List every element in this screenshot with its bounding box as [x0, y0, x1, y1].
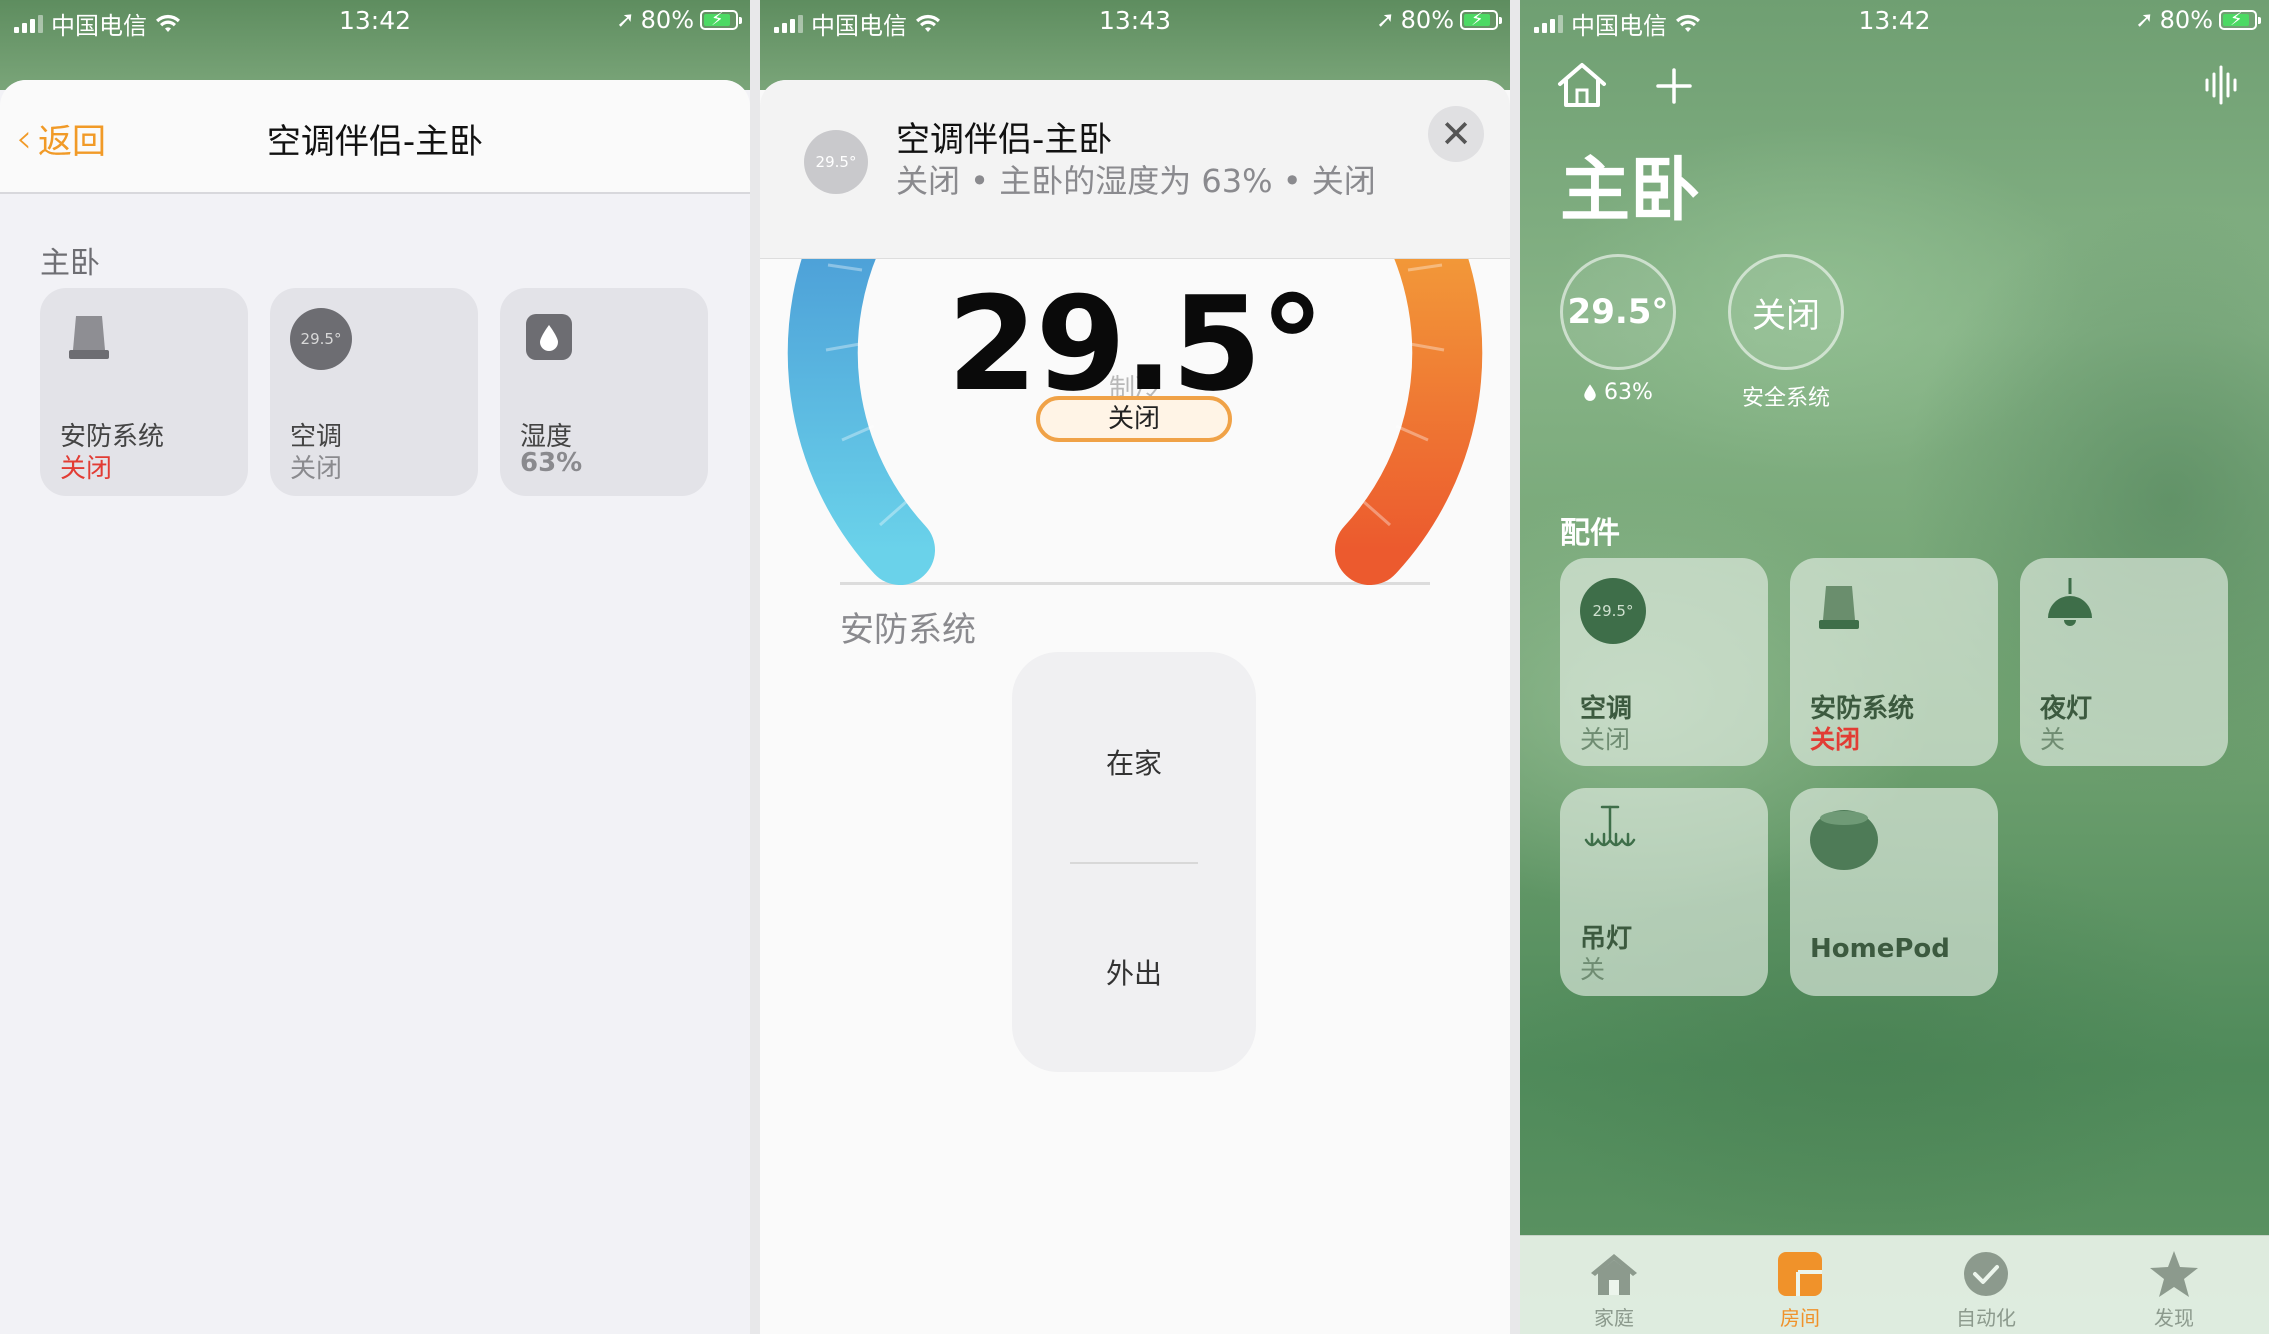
tab-discover[interactable]: 发现	[2114, 1246, 2234, 1331]
detail-header: 29.5° 空调伴侣-主卧 关闭 • 主卧的湿度为 63% • 关闭 ✕	[760, 80, 1510, 259]
tile-security[interactable]: 安防系统 关闭	[40, 288, 248, 496]
temp-badge: 29.5°	[290, 308, 352, 370]
tab-home[interactable]: 家庭	[1554, 1246, 1674, 1331]
tile-status: 关	[1580, 955, 1606, 984]
battery-percent: 80%	[2159, 6, 2213, 34]
room-sheet: ‹ 返回 空调伴侣-主卧 主卧	[0, 80, 750, 1334]
security-caption: 安全系统	[1741, 386, 1830, 411]
location-icon: ➚	[1376, 7, 1395, 33]
tile-status: 关闭	[290, 454, 343, 484]
security-value: 关闭	[1752, 295, 1820, 336]
tile-status: 63%	[520, 448, 583, 478]
tab-automation[interactable]: 自动化	[1926, 1246, 2046, 1331]
section-title: 配件	[1560, 516, 1620, 551]
rooms-icon	[1778, 1252, 1822, 1296]
battery-icon: ⚡	[2219, 10, 2261, 30]
ac-detail-panel: 中国电信 13:43 ➚ 80% ⚡ 29.5° 空调伴侣-主卧 关闭 • 主卧…	[760, 0, 1510, 1334]
tile-ac[interactable]: 29.5° 空调 关闭	[1560, 558, 1768, 766]
tile-night-light[interactable]: 夜灯 关	[2020, 558, 2228, 766]
battery-percent: 80%	[1400, 6, 1454, 34]
battery-icon: ⚡	[1460, 10, 1502, 30]
house-icon[interactable]	[1556, 62, 1608, 108]
tile-status: 关	[2040, 725, 2066, 754]
target-temperature: 29.5°	[947, 268, 1325, 420]
tab-rooms[interactable]: 房间	[1740, 1246, 1860, 1331]
tile-status: 关闭	[1810, 725, 1861, 754]
mode-option-away[interactable]: 外出	[1012, 952, 1256, 992]
star-icon	[2150, 1251, 2198, 1297]
pendant-lamp-icon	[2048, 578, 2092, 626]
tile-status: 关闭	[1580, 725, 1631, 754]
tab-label: 家庭	[1594, 1306, 1634, 1330]
temp-badge: 29.5°	[804, 130, 868, 194]
status-bar: 中国电信 13:42 ➚ 80% ⚡	[0, 0, 750, 44]
accessory-title: 空调伴侣-主卧	[896, 120, 1113, 160]
automation-icon	[1964, 1252, 2008, 1296]
close-button[interactable]: ✕	[1428, 106, 1484, 162]
humidity-value: 63%	[1604, 380, 1653, 405]
tile-homepod[interactable]: HomePod	[1790, 788, 1998, 996]
temperature-value: 29.5°	[1567, 292, 1669, 332]
battery-percent: 80%	[640, 6, 694, 34]
droplet-icon	[526, 314, 572, 360]
tile-humidity[interactable]: 湿度 63%	[500, 288, 708, 496]
humidity-caption: 63%	[1560, 380, 1676, 405]
home-room-panel: 中国电信 13:42 ➚ 80% ⚡ 主卧 29.5° 63% 关闭 安全系统 …	[1520, 0, 2269, 1334]
status-bar: 中国电信 13:42 ➚ 80% ⚡	[1520, 0, 2269, 44]
tile-status: 关闭	[60, 454, 113, 484]
siri-waveform-icon[interactable]	[2203, 64, 2239, 106]
security-status[interactable]: 关闭	[1728, 254, 1844, 370]
detail-sheet: 29.5° 空调伴侣-主卧 关闭 • 主卧的湿度为 63% • 关闭 ✕ 29.…	[760, 80, 1510, 1334]
tile-ac[interactable]: 29.5° 空调 关闭	[270, 288, 478, 496]
page-title: 空调伴侣-主卧	[266, 122, 484, 162]
tile-security[interactable]: 安防系统 关闭	[1790, 558, 1998, 766]
location-icon: ➚	[616, 7, 635, 33]
security-icon	[69, 316, 109, 359]
temp-badge: 29.5°	[1580, 578, 1646, 644]
chandelier-icon	[1584, 805, 1636, 847]
close-icon: ✕	[1440, 112, 1472, 156]
security-icon	[1819, 586, 1859, 629]
droplet-icon	[1584, 384, 1596, 401]
room-title: 主卧	[1560, 149, 1700, 231]
section-title: 主卧	[40, 246, 100, 281]
tab-label: 房间	[1780, 1306, 1820, 1330]
tab-label: 自动化	[1956, 1306, 2016, 1330]
accessory-room-panel: 中国电信 13:42 ➚ 80% ⚡ ‹ 返回 空调伴侣-主卧 主卧 安防系统 …	[0, 0, 750, 1334]
tab-label: 发现	[2154, 1306, 2194, 1330]
homepod-icon	[1810, 810, 1878, 870]
toolbar	[1556, 62, 2239, 110]
battery-icon: ⚡	[700, 10, 742, 30]
status-bar: 中国电信 13:43 ➚ 80% ⚡	[760, 0, 1510, 44]
nav-bar: ‹ 返回 空调伴侣-主卧	[0, 80, 750, 194]
location-icon: ➚	[2135, 7, 2154, 33]
tab-bar: 家庭 房间 自动化 发现	[1520, 1235, 2269, 1334]
option-divider	[1070, 862, 1198, 864]
accessory-summary: 关闭 • 主卧的湿度为 63% • 关闭	[896, 162, 1376, 200]
temperature-status[interactable]: 29.5°	[1560, 254, 1676, 370]
tile-chandelier[interactable]: 吊灯 关	[1560, 788, 1768, 996]
tile-label: HomePod	[1810, 934, 1950, 964]
house-icon	[1591, 1254, 1637, 1295]
add-icon[interactable]	[1656, 68, 1692, 104]
